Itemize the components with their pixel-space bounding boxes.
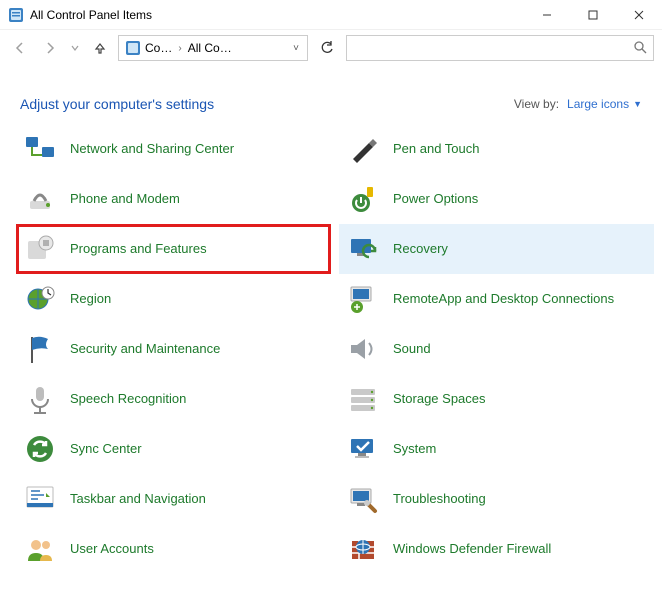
item-label: Phone and Modem <box>70 191 180 207</box>
maximize-button[interactable] <box>570 0 616 29</box>
region-icon <box>22 281 58 317</box>
address-segment-2[interactable]: All Co… <box>188 41 232 55</box>
storage-icon <box>345 381 381 417</box>
minimize-button[interactable] <box>524 0 570 29</box>
remoteapp-icon <box>345 281 381 317</box>
refresh-button[interactable] <box>314 35 340 61</box>
item-label: System <box>393 441 436 457</box>
item-region[interactable]: Region <box>16 274 331 324</box>
users-icon <box>22 531 58 567</box>
window-buttons <box>524 0 662 29</box>
item-security-maintenance[interactable]: Security and Maintenance <box>16 324 331 374</box>
item-label: Sync Center <box>70 441 142 457</box>
item-network-sharing[interactable]: Network and Sharing Center <box>16 124 331 174</box>
item-label: Troubleshooting <box>393 491 486 507</box>
recent-locations-button[interactable] <box>68 36 82 60</box>
item-recovery[interactable]: Recovery <box>339 224 654 274</box>
recovery-icon <box>345 231 381 267</box>
item-label: Windows Defender Firewall <box>393 541 551 557</box>
item-label: Region <box>70 291 111 307</box>
item-sound[interactable]: Sound <box>339 324 654 374</box>
heading-row: Adjust your computer's settings View by:… <box>0 66 662 124</box>
close-button[interactable] <box>616 0 662 29</box>
viewby-label: View by: <box>514 97 559 111</box>
item-user-accounts[interactable]: User Accounts <box>16 524 331 574</box>
programs-icon <box>22 231 58 267</box>
item-label: RemoteApp and Desktop Connections <box>393 291 614 307</box>
item-sync-center[interactable]: Sync Center <box>16 424 331 474</box>
search-icon <box>633 40 647 57</box>
item-label: Sound <box>393 341 431 357</box>
item-label: Security and Maintenance <box>70 341 220 357</box>
item-label: Power Options <box>393 191 478 207</box>
sync-icon <box>22 431 58 467</box>
taskbar-icon <box>22 481 58 517</box>
item-power-options[interactable]: Power Options <box>339 174 654 224</box>
item-programs-features[interactable]: Programs and Features <box>16 224 331 274</box>
item-label: Programs and Features <box>70 241 207 257</box>
troubleshooting-icon <box>345 481 381 517</box>
item-storage-spaces[interactable]: Storage Spaces <box>339 374 654 424</box>
titlebar: All Control Panel Items <box>0 0 662 30</box>
flag-icon <box>22 331 58 367</box>
item-system[interactable]: System <box>339 424 654 474</box>
back-button[interactable] <box>8 36 32 60</box>
up-button[interactable] <box>88 36 112 60</box>
power-icon <box>345 181 381 217</box>
item-pen-touch[interactable]: Pen and Touch <box>339 124 654 174</box>
address-bar[interactable]: Co… › All Co… ˅ <box>118 35 308 61</box>
address-segment-1[interactable]: Co… <box>145 41 172 55</box>
item-remoteapp[interactable]: RemoteApp and Desktop Connections <box>339 274 654 324</box>
address-dropdown-button[interactable]: ˅ <box>287 43 305 54</box>
item-label: Speech Recognition <box>70 391 186 407</box>
phone-icon <box>22 181 58 217</box>
pen-icon <box>345 131 381 167</box>
item-speech-recognition[interactable]: Speech Recognition <box>16 374 331 424</box>
control-panel-icon <box>8 7 24 23</box>
item-defender-firewall[interactable]: Windows Defender Firewall <box>339 524 654 574</box>
search-box[interactable] <box>346 35 654 61</box>
viewby-dropdown[interactable]: Large icons ▼ <box>567 97 642 111</box>
control-panel-small-icon <box>125 40 141 56</box>
item-label: User Accounts <box>70 541 154 557</box>
network-icon <box>22 131 58 167</box>
page-heading: Adjust your computer's settings <box>20 96 514 112</box>
chevron-right-icon[interactable]: › <box>176 43 183 54</box>
system-icon <box>345 431 381 467</box>
sound-icon <box>345 331 381 367</box>
firewall-icon <box>345 531 381 567</box>
items-grid: Network and Sharing Center Pen and Touch… <box>0 124 662 582</box>
window-title: All Control Panel Items <box>30 8 524 22</box>
navigation-bar: Co… › All Co… ˅ <box>0 30 662 66</box>
item-label: Taskbar and Navigation <box>70 491 206 507</box>
item-troubleshooting[interactable]: Troubleshooting <box>339 474 654 524</box>
item-label: Pen and Touch <box>393 141 480 157</box>
item-label: Recovery <box>393 241 448 257</box>
item-phone-modem[interactable]: Phone and Modem <box>16 174 331 224</box>
item-label: Storage Spaces <box>393 391 486 407</box>
chevron-down-icon: ▼ <box>633 99 642 109</box>
microphone-icon <box>22 381 58 417</box>
item-label: Network and Sharing Center <box>70 141 234 157</box>
viewby-value-text: Large icons <box>567 97 629 111</box>
item-taskbar-navigation[interactable]: Taskbar and Navigation <box>16 474 331 524</box>
forward-button[interactable] <box>38 36 62 60</box>
